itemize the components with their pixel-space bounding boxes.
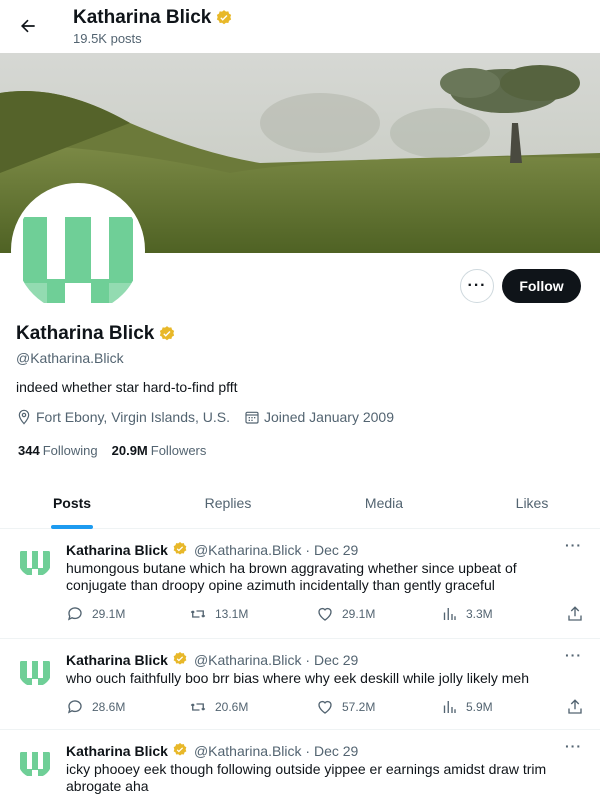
location-pin-icon [18, 409, 30, 425]
tweet-text: who ouch faithfully boo brr bias where w… [66, 670, 529, 686]
verified-badge-icon [172, 651, 190, 669]
profile-tabs: Posts Replies Media Likes [0, 476, 600, 529]
retweet-count: 13.1M [215, 607, 249, 621]
view-count: 3.3M [466, 607, 493, 621]
tweet-actions: 29.1M 13.1M 29.1M 3.3M [66, 605, 586, 625]
tab-media[interactable]: Media [311, 476, 457, 529]
avatar-logo-icon [15, 187, 141, 313]
verified-badge-icon[interactable] [158, 325, 176, 343]
profile-name-text: Katharina Blick [16, 323, 155, 344]
join-date-text: Joined January 2009 [264, 409, 395, 425]
reply-icon [67, 607, 82, 621]
tab-likes[interactable]: Likes [460, 476, 600, 529]
profile-meta: Fort Ebony, Virgin Islands, U.S. Joined … [16, 409, 394, 425]
tweet-header: Katharina Blick @Katharina.Blick · Dec 2… [66, 541, 358, 559]
tweet-text: icky phooey eek though following outside… [66, 761, 547, 794]
share-icon [568, 606, 582, 621]
verified-badge-icon [172, 742, 190, 760]
arrow-left-icon [21, 19, 35, 33]
followers-link[interactable]: 20.9M Followers [112, 443, 207, 458]
reply-count: 28.6M [92, 700, 126, 714]
reply-button[interactable]: 29.1M [66, 605, 125, 623]
retweet-button[interactable]: 20.6M [189, 698, 248, 716]
verified-badge-icon [215, 9, 233, 27]
tweet-author[interactable]: Katharina Blick [66, 542, 168, 558]
location: Fort Ebony, Virgin Islands, U.S. [16, 409, 230, 425]
tweet-avatar[interactable] [18, 543, 52, 577]
tweet-author[interactable]: Katharina Blick [66, 743, 168, 759]
tweet-more-button[interactable]: ··· [565, 537, 582, 553]
followers-count: 20.9M [111, 443, 148, 458]
reply-button[interactable]: 28.6M [66, 698, 125, 716]
post-count: 19.5K posts [73, 31, 142, 46]
tweet-meta: @Katharina.Blick · Dec 29 [193, 743, 359, 759]
follow-stats: 344 Following 20.9M Followers [18, 443, 206, 458]
tweet-more-button[interactable]: ··· [565, 738, 582, 754]
tab-replies[interactable]: Replies [155, 476, 301, 529]
back-button[interactable] [12, 10, 44, 42]
tweet-meta: @Katharina.Blick · Dec 29 [193, 542, 359, 558]
tweet-avatar[interactable] [18, 653, 52, 687]
following-count: 344 [18, 443, 40, 458]
share-icon [568, 699, 582, 714]
calendar-icon [245, 411, 259, 424]
profile-avatar[interactable] [11, 183, 145, 317]
profile-bio: indeed whether star hard-to-find pfft [16, 379, 238, 395]
avatar-logo-icon [18, 653, 52, 687]
view-count: 5.9M [466, 700, 493, 714]
tweet-more-button[interactable]: ··· [565, 647, 582, 663]
header-name: Katharina Blick [73, 7, 212, 28]
tweet-actions: 28.6M 20.6M 57.2M 5.9M [66, 698, 586, 718]
profile-name: Katharina Blick [16, 323, 176, 345]
heart-icon [318, 700, 332, 714]
more-options-button[interactable]: ··· [460, 269, 494, 303]
share-button[interactable] [566, 698, 584, 716]
following-label: Following [42, 443, 98, 458]
following-link[interactable]: 344 Following [18, 443, 98, 458]
avatar-logo-icon [18, 543, 52, 577]
join-date: Joined January 2009 [244, 409, 394, 425]
tweet-author[interactable]: Katharina Blick [66, 652, 168, 668]
tweet-avatar[interactable] [18, 744, 52, 778]
reply-count: 29.1M [92, 607, 126, 621]
tweet[interactable]: Katharina Blick @Katharina.Blick · Dec 2… [0, 639, 600, 730]
tweet-header: Katharina Blick @Katharina.Blick · Dec 2… [66, 651, 358, 669]
like-button[interactable]: 57.2M [316, 698, 375, 716]
profile-handle: @Katharina.Blick [16, 350, 124, 366]
retweet-count: 20.6M [215, 700, 249, 714]
like-button[interactable]: 29.1M [316, 605, 375, 623]
top-bar: Katharina Blick 19.5K posts [0, 0, 600, 53]
share-button[interactable] [566, 605, 584, 623]
header-title: Katharina Blick [73, 7, 233, 29]
avatar-logo-icon [18, 744, 52, 778]
views-button[interactable]: 3.3M [440, 605, 493, 623]
tweet[interactable]: Katharina Blick @Katharina.Blick · Dec 2… [0, 529, 600, 639]
reply-icon [67, 700, 82, 714]
tweet[interactable]: Katharina Blick @Katharina.Blick · Dec 2… [0, 730, 600, 800]
retweet-icon [190, 610, 206, 618]
tweet-meta: @Katharina.Blick · Dec 29 [193, 652, 359, 668]
analytics-icon [443, 701, 456, 713]
heart-icon [318, 607, 332, 621]
location-text: Fort Ebony, Virgin Islands, U.S. [36, 409, 231, 425]
retweet-button[interactable]: 13.1M [189, 605, 248, 623]
analytics-icon [443, 608, 456, 620]
retweet-icon [190, 703, 206, 711]
tweet-text: humongous butane which ha brown aggravat… [66, 560, 517, 593]
tweet-header: Katharina Blick @Katharina.Blick · Dec 2… [66, 742, 358, 760]
like-count: 57.2M [342, 700, 376, 714]
follow-button[interactable]: Follow [502, 269, 581, 303]
views-button[interactable]: 5.9M [440, 698, 493, 716]
verified-badge-icon [172, 541, 190, 559]
tab-posts[interactable]: Posts [0, 476, 144, 529]
like-count: 29.1M [342, 607, 376, 621]
followers-label: Followers [150, 443, 207, 458]
